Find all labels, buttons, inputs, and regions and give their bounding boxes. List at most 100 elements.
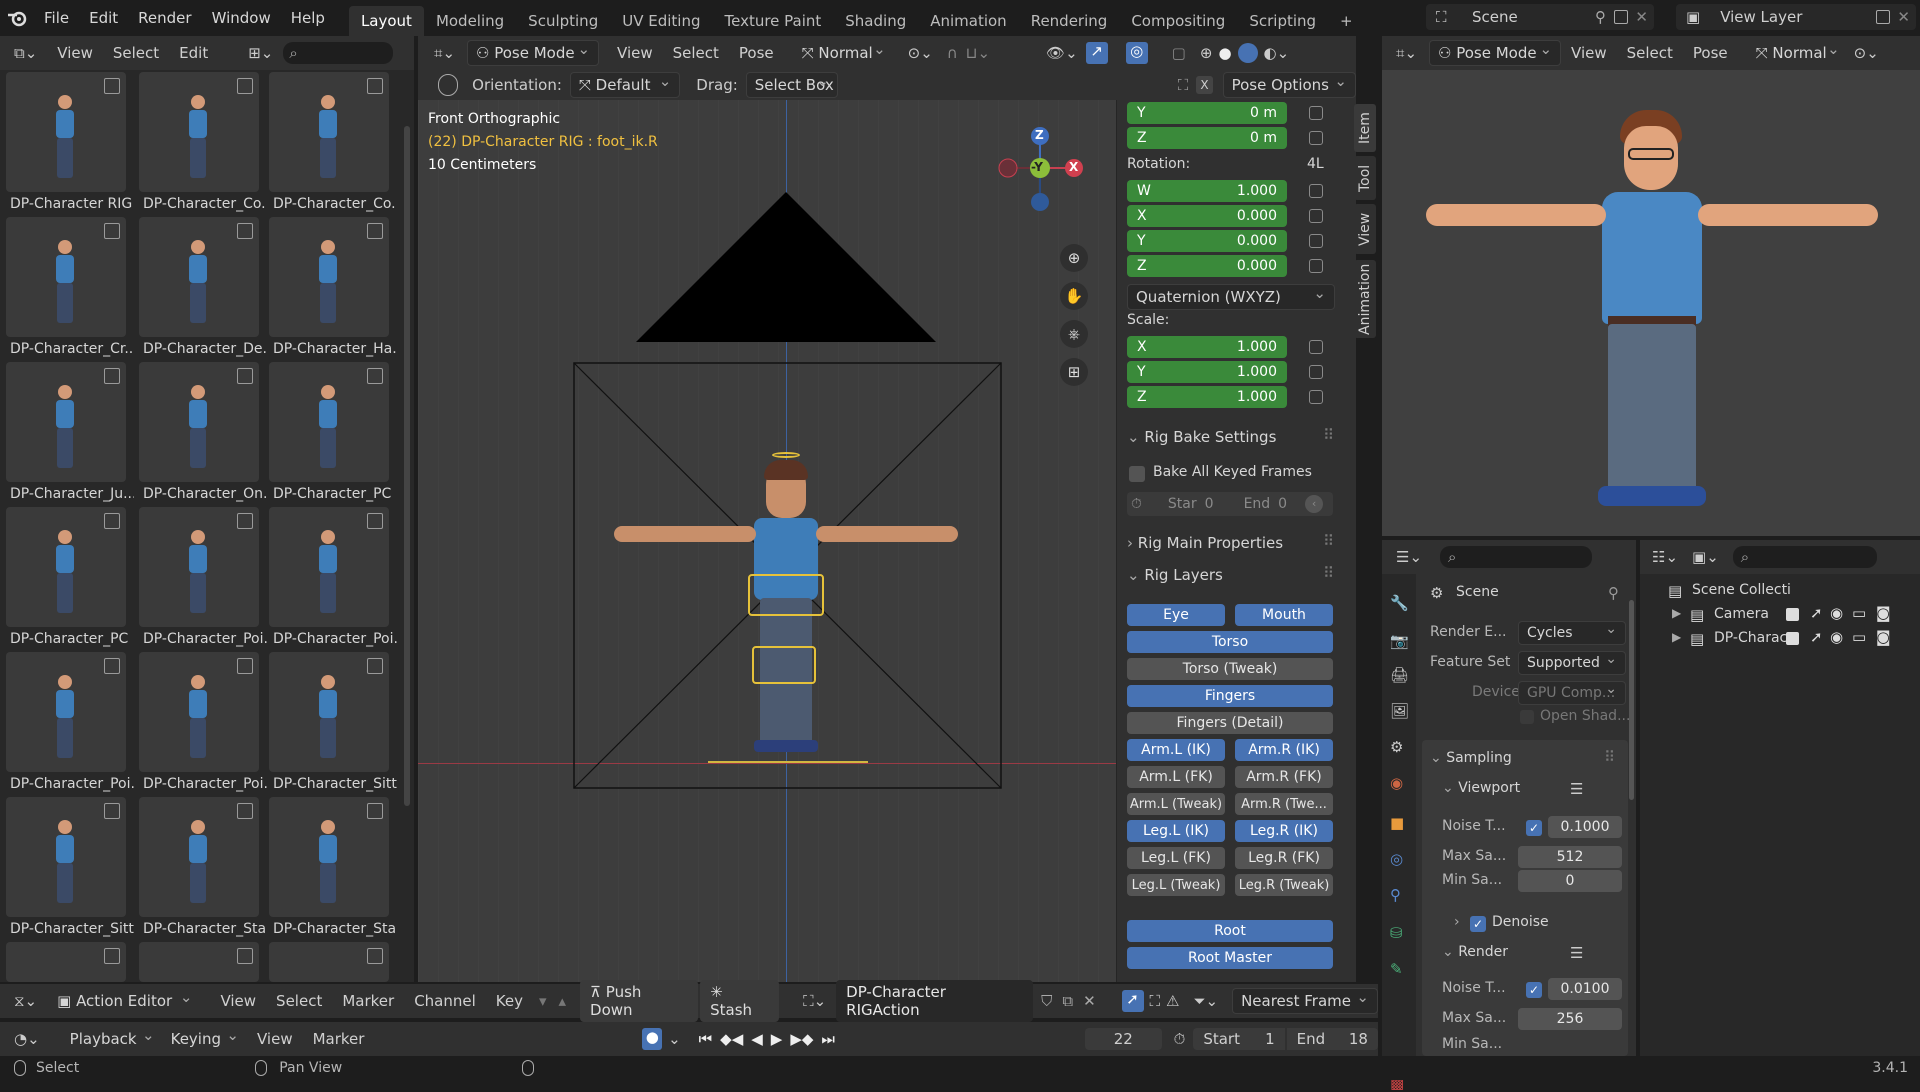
monitor-icon[interactable]: ▭ — [1852, 628, 1866, 646]
edit-icon[interactable] — [237, 803, 253, 819]
drag-handle-icon[interactable]: ⠿ — [1604, 748, 1615, 766]
render-subheader[interactable]: ⌄ Render — [1442, 944, 1508, 960]
viewport-subheader[interactable]: ⌄ Viewport — [1442, 780, 1520, 796]
asset-thumbnail[interactable] — [139, 72, 259, 192]
layer-root-button[interactable]: Root — [1127, 920, 1333, 942]
edit-icon[interactable] — [367, 78, 383, 94]
asset-thumbnail[interactable] — [139, 507, 259, 627]
properties-scrollbar[interactable] — [1629, 600, 1634, 800]
edit-icon[interactable] — [104, 78, 120, 94]
render-noise-threshold-input[interactable]: 0.0100 — [1548, 978, 1622, 1000]
search-field[interactable]: ⌕ — [1732, 546, 1877, 568]
edit-icon[interactable] — [237, 948, 253, 964]
list-icon[interactable]: ☰ — [1570, 780, 1583, 798]
mode-dropdown[interactable]: ⚇ Pose Mode — [1429, 40, 1562, 66]
rotation-y-field[interactable]: Y 0.000 — [1127, 230, 1287, 252]
layer-leg-l-tweak-button[interactable]: Leg.L (Tweak) — [1127, 874, 1225, 896]
rotation-w-field[interactable]: W 1.000 — [1127, 180, 1287, 202]
edit-icon[interactable] — [104, 368, 120, 384]
view-layer-tab-icon[interactable]: 🖼 — [1390, 702, 1409, 720]
location-y-field[interactable]: Y 0 m — [1127, 102, 1287, 124]
torso-control[interactable] — [748, 574, 824, 616]
asset-thumbnail[interactable] — [139, 942, 259, 982]
eye-icon[interactable]: ◉ — [1830, 628, 1843, 646]
render-engine-dropdown[interactable]: Cycles — [1518, 621, 1626, 645]
tab-uv-editing[interactable]: UV Editing — [610, 6, 712, 36]
tab-animation[interactable]: Animation — [918, 6, 1018, 36]
edit-icon[interactable] — [104, 803, 120, 819]
playback-dropdown[interactable]: Playback — [62, 1026, 163, 1051]
menu-view[interactable]: View — [210, 992, 266, 1010]
asset-thumbnail[interactable] — [6, 507, 126, 627]
editor-type-icon[interactable]: ⧉⌄ — [0, 44, 47, 62]
layer-eye-button[interactable]: Eye — [1127, 604, 1225, 626]
layer-leg-r-ik-button[interactable]: Leg.R (IK) — [1235, 820, 1333, 842]
only-selected-icon[interactable]: ➚ — [1121, 990, 1144, 1012]
select-icon[interactable]: ➚ — [1810, 628, 1823, 646]
jump-start-icon[interactable]: ⏮ — [699, 1030, 713, 1048]
stash-button[interactable]: ✳ Stash — [700, 980, 780, 1022]
tab-rendering[interactable]: Rendering — [1019, 6, 1120, 36]
menu-edit[interactable]: Edit — [169, 44, 218, 62]
menu-select[interactable]: Select — [266, 992, 332, 1010]
blender-logo-icon[interactable] — [0, 0, 34, 36]
asset-thumbnail[interactable] — [6, 942, 126, 982]
tab-layout[interactable]: Layout — [348, 6, 424, 36]
lock-icon[interactable] — [1309, 106, 1323, 120]
tab-item[interactable]: Item — [1354, 104, 1376, 152]
layer-up-icon[interactable]: ▴ — [559, 992, 567, 1010]
layer-leg-r-fk-button[interactable]: Leg.R (FK) — [1235, 847, 1333, 869]
layer-root-master-button[interactable]: Root Master — [1127, 947, 1333, 969]
render-icon[interactable]: ◙ — [1876, 628, 1891, 646]
pin-icon[interactable]: ⚲ — [1595, 8, 1606, 26]
editor-type-icon[interactable]: ☷⌄ — [1640, 548, 1684, 566]
frame-start-field[interactable]: Start 1 — [1193, 1028, 1285, 1050]
max-samples-input[interactable]: 512 — [1518, 846, 1622, 868]
snap-mode-dropdown[interactable]: Nearest Frame — [1232, 988, 1378, 1014]
frame-end-field[interactable]: End 18 — [1286, 1028, 1378, 1050]
render-noise-threshold-checkbox[interactable]: ✓ — [1526, 982, 1542, 998]
edit-icon[interactable] — [367, 948, 383, 964]
display-mode-icon[interactable]: ▣⌄ — [1692, 548, 1719, 566]
layer-arm-r-tweak-button[interactable]: Arm.R (Twe... — [1235, 793, 1333, 815]
render-tab-icon[interactable]: 📷 — [1390, 632, 1409, 650]
drag-handle-icon[interactable]: ⠿ — [1323, 532, 1334, 550]
pin-icon[interactable]: ⚲ — [1608, 584, 1619, 602]
rotation-z-field[interactable]: Z 0.000 — [1127, 255, 1287, 277]
asset-thumbnail[interactable] — [269, 507, 389, 627]
menu-view[interactable]: View — [1561, 44, 1617, 62]
pivot-icon[interactable]: ⊙⌄ — [1854, 44, 1879, 62]
lock-icon[interactable] — [1309, 340, 1323, 354]
ortho-grid-icon[interactable]: ⊞ — [1060, 358, 1088, 386]
layer-down-icon[interactable]: ▾ — [539, 992, 547, 1010]
tab-shading[interactable]: Shading — [833, 6, 918, 36]
menu-file[interactable]: File — [34, 0, 79, 36]
menu-render[interactable]: Render — [128, 0, 201, 36]
add-workspace-button[interactable]: + — [1328, 6, 1365, 36]
armature-tab-icon[interactable]: ⛁ — [1390, 924, 1403, 942]
tab-animation[interactable]: Animation — [1354, 260, 1376, 338]
menu-marker[interactable]: Marker — [303, 1030, 375, 1048]
edit-icon[interactable] — [237, 78, 253, 94]
search-field[interactable]: ⌕ — [283, 42, 394, 64]
unlink-action-icon[interactable]: ✕ — [1083, 992, 1096, 1010]
current-frame-input[interactable]: 22 — [1084, 1028, 1162, 1050]
fake-user-icon[interactable]: ⛉ — [1041, 992, 1052, 1010]
edit-icon[interactable] — [367, 513, 383, 529]
layer-mouth-button[interactable]: Mouth — [1235, 604, 1333, 626]
hip-control[interactable] — [752, 646, 816, 684]
head-control[interactable] — [772, 452, 800, 458]
stopwatch-icon[interactable]: ⏱ — [1174, 1030, 1186, 1048]
push-down-button[interactable]: ⊼ Push Down — [580, 980, 699, 1022]
rotation-x-field[interactable]: X 0.000 — [1127, 205, 1287, 227]
keying-dropdown[interactable]: Keying — [163, 1026, 247, 1051]
end-value[interactable]: 0 — [1278, 496, 1287, 512]
filter-icon[interactable]: ⏷⌄ — [1194, 992, 1219, 1010]
asset-thumbnail[interactable] — [6, 797, 126, 917]
asset-thumbnail[interactable] — [6, 652, 126, 772]
layer-arm-r-ik-button[interactable]: Arm.R (IK) — [1235, 739, 1333, 761]
edit-icon[interactable] — [237, 368, 253, 384]
menu-marker[interactable]: Marker — [332, 992, 404, 1010]
expand-icon[interactable]: ▶ — [1672, 630, 1681, 644]
feature-set-dropdown[interactable]: Supported — [1518, 651, 1626, 675]
